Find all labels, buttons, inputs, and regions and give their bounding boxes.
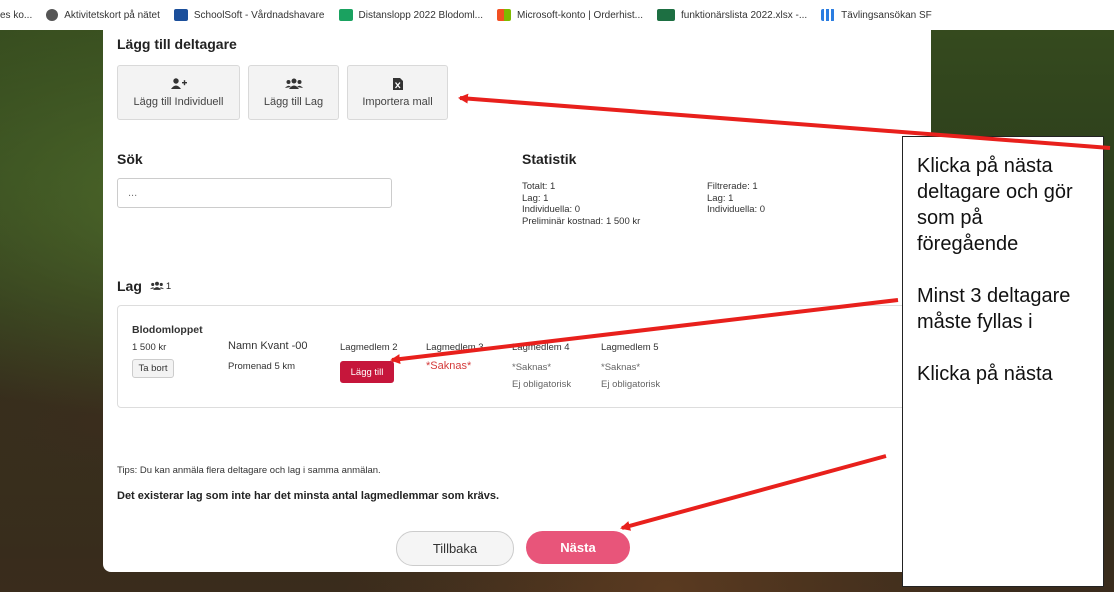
- team-section-title: Lag 1: [117, 278, 171, 294]
- team-name: Blodomloppet: [132, 324, 203, 336]
- registration-panel: Lägg till deltagare Lägg till Individuel…: [103, 30, 931, 572]
- member5-label: Lagmedlem 5: [601, 342, 659, 353]
- member5-optional: Ej obligatorisk: [601, 379, 661, 390]
- team-count: 1: [165, 280, 172, 292]
- member3-missing: *Saknas*: [426, 360, 472, 372]
- bookmark-label: funktionärslista 2022.xlsx -...: [681, 9, 808, 21]
- stat-filtered: Filtrerade: 1: [707, 181, 758, 192]
- back-button[interactable]: Tillbaka: [396, 531, 514, 566]
- bookmark-label: es ko...: [0, 9, 33, 21]
- excel-icon: [657, 9, 675, 21]
- callout-min-participants: Minst 3 deltagare måste fyllas i: [917, 285, 1071, 333]
- bookmark-6[interactable]: Tävlingsansökan SF: [821, 9, 932, 21]
- statistics-totals: Totalt: 1 Lag: 1 Individuella: 0 Prelimi…: [522, 181, 640, 227]
- bookmark-2[interactable]: SchoolSoft - Vårdnadshavare: [173, 9, 325, 21]
- import-template-label: Importera mall: [362, 95, 433, 108]
- callout-step-next-participant: Klicka på nästa deltagare och gör som på…: [917, 155, 1073, 255]
- member4-label: Lagmedlem 4: [512, 342, 570, 353]
- stat-filtered-teams: Lag: 1: [707, 192, 734, 204]
- add-team-label: Lägg till Lag: [263, 95, 324, 108]
- bookmark-label: Aktivitetskort på nätet: [64, 9, 160, 21]
- member1-name: Namn Kvant -00: [228, 340, 308, 352]
- search-title: Sök: [117, 151, 143, 167]
- bookmarks-bar: es ko... Aktivitetskort på nätet SchoolS…: [0, 0, 1114, 30]
- schoolsoft-icon: [173, 9, 188, 21]
- stat-teams: Lag: 1: [522, 192, 549, 204]
- user-plus-icon: [170, 77, 187, 89]
- add-participant-title: Lägg till deltagare: [117, 36, 237, 52]
- bookmark-1[interactable]: Aktivitetskort på nätet: [46, 9, 160, 21]
- bookmark-3[interactable]: Distanslopp 2022 Blodoml...: [338, 9, 484, 21]
- grid-icon: [821, 9, 836, 21]
- stat-total: Totalt: 1: [522, 181, 556, 192]
- bookmark-4[interactable]: Microsoft-konto | Orderhist...: [497, 9, 643, 21]
- add-individual-label: Lägg till Individuell: [133, 95, 224, 108]
- warning-text: Det existerar lag som inte har det minst…: [117, 490, 500, 502]
- remove-team-button[interactable]: Ta bort: [132, 359, 174, 378]
- add-individual-button[interactable]: Lägg till Individuell: [117, 65, 240, 120]
- team-price: 1 500 kr: [132, 342, 167, 353]
- callout-click-next: Klicka på nästa: [917, 363, 1053, 385]
- member5-missing: *Saknas*: [601, 362, 641, 373]
- microsoft-icon: [497, 9, 512, 21]
- stat-filtered-individuals: Individuella: 0: [707, 204, 766, 215]
- next-button[interactable]: Nästa: [526, 531, 630, 564]
- statistics-filtered: Filtrerade: 1 Lag: 1 Individuella: 0: [707, 181, 765, 216]
- bookmark-label: Distanslopp 2022 Blodoml...: [358, 9, 484, 21]
- instruction-callout: Klicka på nästa deltagare och gör som på…: [902, 136, 1104, 587]
- users-icon: [284, 78, 303, 89]
- search-input[interactable]: [117, 178, 392, 208]
- excel-file-icon: [392, 77, 403, 90]
- statistics-title: Statistik: [522, 151, 577, 167]
- member1-race: Promenad 5 km: [228, 361, 296, 372]
- bookmark-label: SchoolSoft - Vårdnadshavare: [193, 9, 325, 21]
- globe-icon: [46, 9, 59, 21]
- member3-label: Lagmedlem 3: [426, 342, 484, 353]
- add-team-button[interactable]: Lägg till Lag: [248, 65, 339, 120]
- bookmark-5[interactable]: funktionärslista 2022.xlsx -...: [657, 9, 807, 21]
- tips-text: Tips: Du kan anmäla flera deltagare och …: [117, 465, 381, 476]
- member4-missing: *Saknas*: [512, 362, 552, 373]
- add-member-button[interactable]: Lägg till: [340, 361, 394, 383]
- tile-icon: [338, 9, 353, 21]
- stat-individuals: Individuella: 0: [522, 204, 581, 215]
- team-card: Blodomloppet 1 500 kr Ta bort Namn Kvant…: [117, 305, 917, 408]
- bookmark-label: Tävlingsansökan SF: [841, 9, 932, 21]
- users-icon: [149, 281, 164, 290]
- member2-label: Lagmedlem 2: [340, 342, 398, 353]
- bookmark-0[interactable]: es ko...: [0, 10, 32, 21]
- import-template-button[interactable]: Importera mall: [347, 65, 448, 120]
- member4-optional: Ej obligatorisk: [512, 379, 572, 390]
- bookmark-label: Microsoft-konto | Orderhist...: [517, 9, 643, 21]
- team-section-label: Lag: [117, 278, 142, 294]
- stat-cost: Preliminär kostnad: 1 500 kr: [522, 215, 641, 227]
